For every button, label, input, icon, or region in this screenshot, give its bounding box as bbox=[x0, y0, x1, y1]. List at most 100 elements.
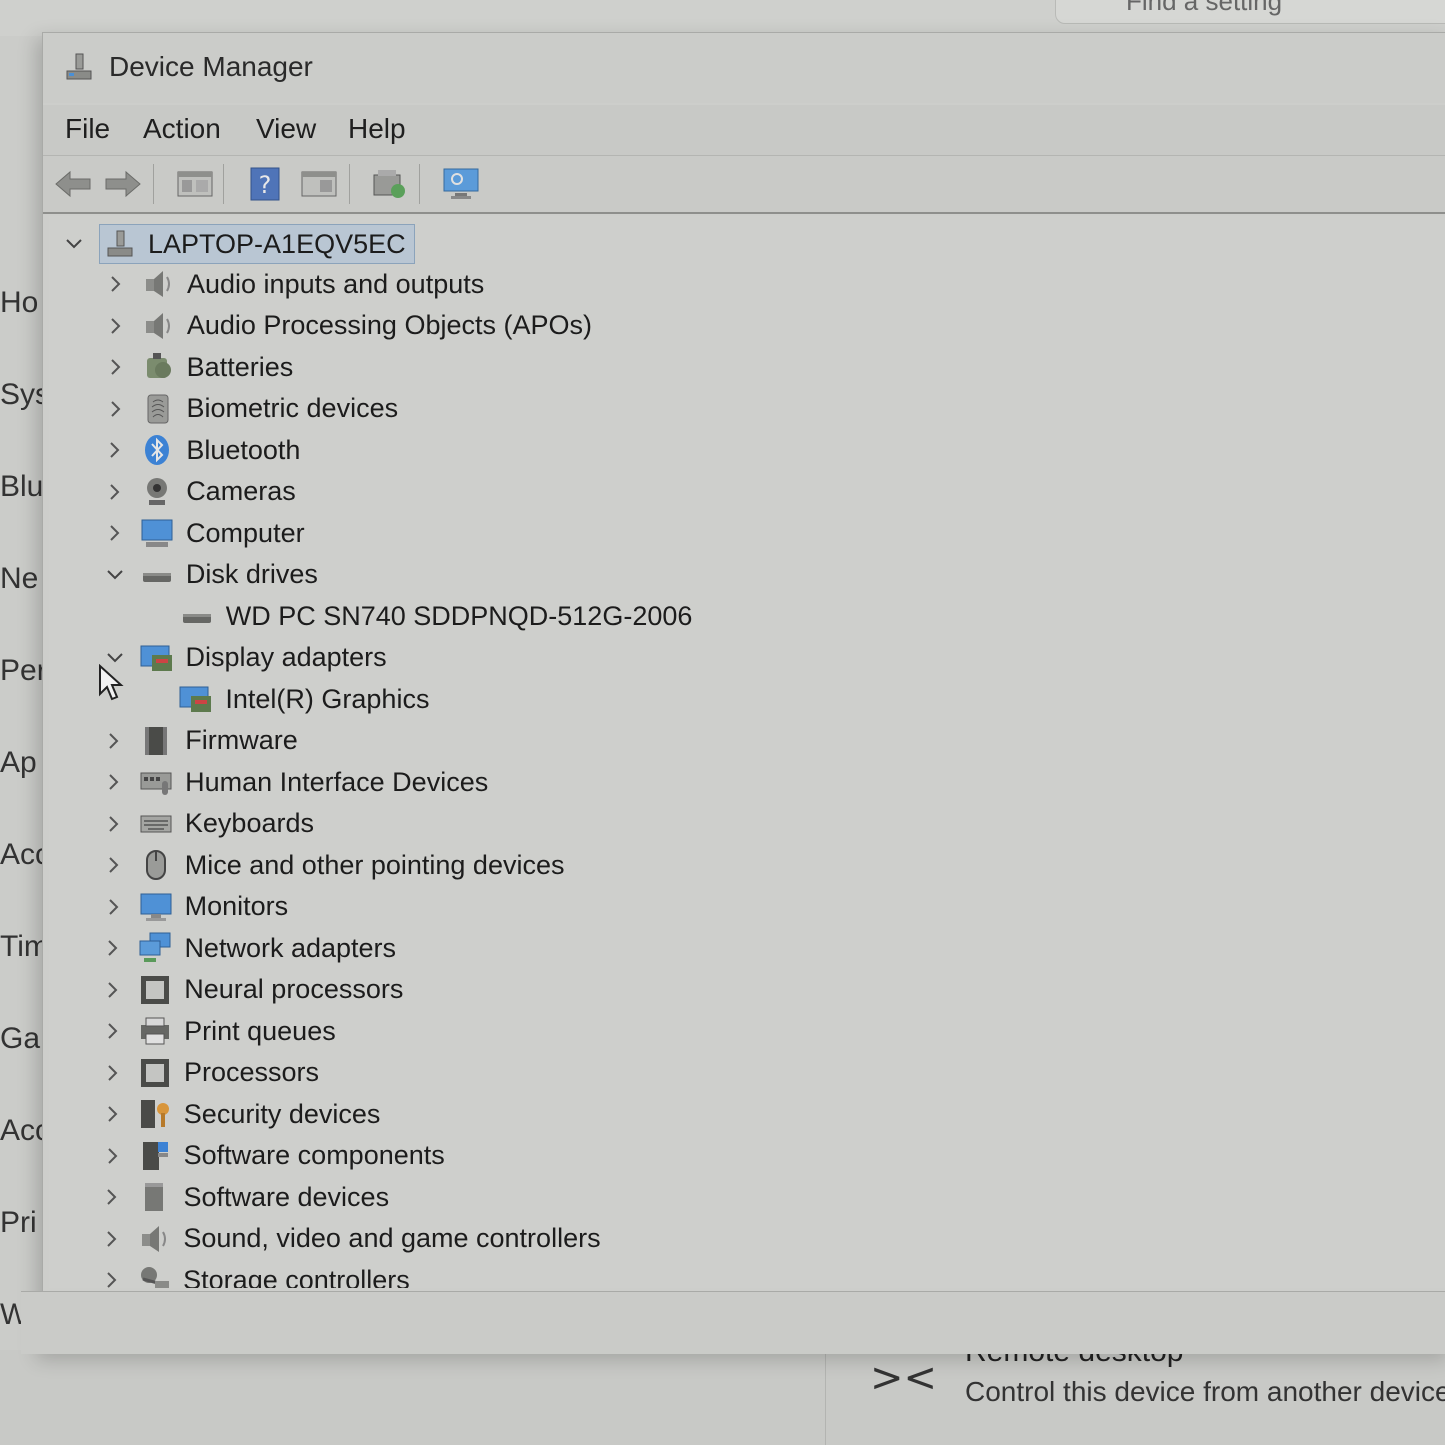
settings-nav-item[interactable]: Ho bbox=[0, 286, 42, 320]
help-icon: ? bbox=[250, 167, 280, 201]
device-item[interactable]: Intel(R) Graphics bbox=[139, 679, 429, 719]
chevron-right-icon[interactable] bbox=[101, 311, 131, 341]
chevron-right-icon[interactable] bbox=[101, 352, 131, 382]
device-category[interactable]: Software components bbox=[98, 1136, 445, 1176]
disk-icon bbox=[180, 599, 214, 633]
properties-button[interactable] bbox=[173, 162, 217, 206]
chevron-right-icon[interactable] bbox=[99, 892, 129, 922]
mouse-cursor-icon bbox=[99, 664, 124, 701]
chevron-right-icon[interactable] bbox=[99, 850, 129, 880]
chevron-right-icon[interactable] bbox=[98, 1058, 128, 1088]
menu-file[interactable]: File bbox=[65, 113, 110, 145]
device-category[interactable]: Security devices bbox=[98, 1094, 380, 1134]
device-category[interactable]: Disk drives bbox=[100, 555, 318, 595]
device-category[interactable]: Bluetooth bbox=[100, 430, 300, 470]
settings-nav-item[interactable]: Acc bbox=[0, 1114, 42, 1148]
root-selection[interactable]: LAPTOP-A1EQV5EC bbox=[99, 224, 415, 264]
chevron-right-icon[interactable] bbox=[97, 1265, 127, 1288]
storage-controller-icon bbox=[137, 1263, 171, 1288]
device-label: Intel(R) Graphics bbox=[225, 683, 430, 714]
chevron-right-icon[interactable] bbox=[99, 726, 129, 756]
title-bar[interactable]: Device Manager bbox=[43, 33, 1445, 103]
chevron-right-icon[interactable] bbox=[100, 518, 130, 548]
network-icon bbox=[138, 931, 172, 965]
window-title: Device Manager bbox=[109, 51, 313, 82]
settings-nav-item[interactable]: Tim bbox=[0, 930, 42, 964]
chevron-right-icon[interactable] bbox=[98, 933, 128, 963]
settings-nav-item[interactable]: Ne bbox=[0, 562, 42, 596]
toolbar-separator bbox=[223, 164, 224, 204]
keyboard-icon bbox=[139, 807, 173, 841]
device-category[interactable]: Display adapters bbox=[100, 638, 387, 678]
chevron-right-icon[interactable] bbox=[99, 767, 129, 797]
menu-help[interactable]: Help bbox=[348, 113, 406, 145]
chevron-right-icon[interactable] bbox=[98, 1141, 128, 1171]
device-category[interactable]: Human Interface Devices bbox=[99, 762, 488, 802]
chevron-right-icon[interactable] bbox=[97, 1224, 127, 1254]
settings-nav-item[interactable]: Ap bbox=[0, 746, 42, 780]
device-category[interactable]: Keyboards bbox=[99, 804, 314, 844]
device-label: Network adapters bbox=[184, 932, 397, 963]
device-category[interactable]: Network adapters bbox=[98, 928, 396, 968]
device-category[interactable]: Storage controllers bbox=[97, 1260, 410, 1288]
device-category[interactable]: Neural processors bbox=[98, 970, 403, 1010]
device-category[interactable]: Sound, video and game controllers bbox=[97, 1219, 601, 1259]
back-icon bbox=[55, 170, 91, 198]
speaker-icon bbox=[137, 1222, 171, 1256]
chevron-down-icon[interactable] bbox=[100, 560, 130, 590]
settings-nav-item[interactable]: Per bbox=[0, 654, 42, 688]
toolbar-separator bbox=[349, 164, 350, 204]
device-category[interactable]: Processors bbox=[98, 1053, 319, 1093]
device-category[interactable]: Audio Processing Objects (APOs) bbox=[101, 306, 592, 346]
device-category[interactable]: Biometric devices bbox=[101, 389, 398, 429]
tree-root[interactable]: LAPTOP-A1EQV5EC bbox=[59, 224, 415, 264]
toolbar-separator bbox=[419, 164, 420, 204]
back-button[interactable] bbox=[51, 162, 95, 206]
device-label: Software components bbox=[183, 1140, 445, 1170]
menu-view[interactable]: View bbox=[256, 113, 316, 145]
device-label: Display adapters bbox=[185, 642, 387, 672]
chevron-down-icon[interactable] bbox=[59, 229, 89, 259]
device-category[interactable]: Firmware bbox=[99, 721, 298, 761]
help-button[interactable]: ? bbox=[243, 162, 287, 206]
view-button[interactable] bbox=[297, 162, 341, 206]
chevron-right-icon[interactable] bbox=[98, 1099, 128, 1129]
device-category[interactable]: Software devices bbox=[97, 1177, 389, 1217]
chip-icon bbox=[138, 1056, 172, 1090]
device-category[interactable]: Cameras bbox=[100, 472, 296, 512]
camera-icon bbox=[140, 475, 174, 509]
settings-nav-item[interactable]: Blu bbox=[0, 470, 42, 504]
toolbar: ? bbox=[43, 155, 1445, 214]
settings-nav-item[interactable]: Gai bbox=[0, 1022, 42, 1056]
chevron-right-icon[interactable] bbox=[99, 809, 129, 839]
device-category[interactable]: Computer bbox=[100, 513, 305, 553]
chevron-right-icon[interactable] bbox=[100, 477, 130, 507]
battery-icon bbox=[141, 350, 175, 384]
device-category[interactable]: Print queues bbox=[98, 1011, 336, 1051]
menu-action[interactable]: Action bbox=[143, 113, 221, 145]
device-category[interactable]: Audio inputs and outputs bbox=[101, 264, 484, 304]
update-driver-button[interactable] bbox=[367, 162, 411, 206]
settings-nav-item[interactable]: Pri bbox=[0, 1206, 42, 1240]
chevron-right-icon[interactable] bbox=[101, 269, 131, 299]
chevron-right-icon[interactable] bbox=[101, 394, 131, 424]
device-item[interactable]: WD PC SN740 SDDPNQD-512G-2006 bbox=[140, 596, 692, 636]
chevron-right-icon[interactable] bbox=[97, 1182, 127, 1212]
settings-search-box[interactable]: Find a setting bbox=[1055, 0, 1445, 24]
scan-hardware-button[interactable] bbox=[439, 162, 483, 206]
software-component-icon bbox=[138, 1139, 172, 1173]
chevron-right-icon[interactable] bbox=[98, 975, 128, 1005]
settings-nav-item[interactable]: Sys bbox=[0, 378, 42, 412]
fingerprint-icon bbox=[141, 392, 175, 426]
chevron-right-icon[interactable] bbox=[100, 435, 130, 465]
chevron-right-icon[interactable] bbox=[98, 1016, 128, 1046]
printer-icon bbox=[138, 1014, 172, 1048]
settings-nav-item[interactable]: Acc bbox=[0, 838, 42, 872]
forward-button[interactable] bbox=[101, 162, 145, 206]
device-category[interactable]: Batteries bbox=[101, 347, 293, 387]
device-category[interactable]: Monitors bbox=[99, 887, 288, 927]
device-label: Human Interface Devices bbox=[185, 766, 489, 797]
device-label: Print queues bbox=[184, 1015, 336, 1046]
device-category[interactable]: Mice and other pointing devices bbox=[99, 845, 565, 885]
device-label: Mice and other pointing devices bbox=[184, 849, 565, 880]
